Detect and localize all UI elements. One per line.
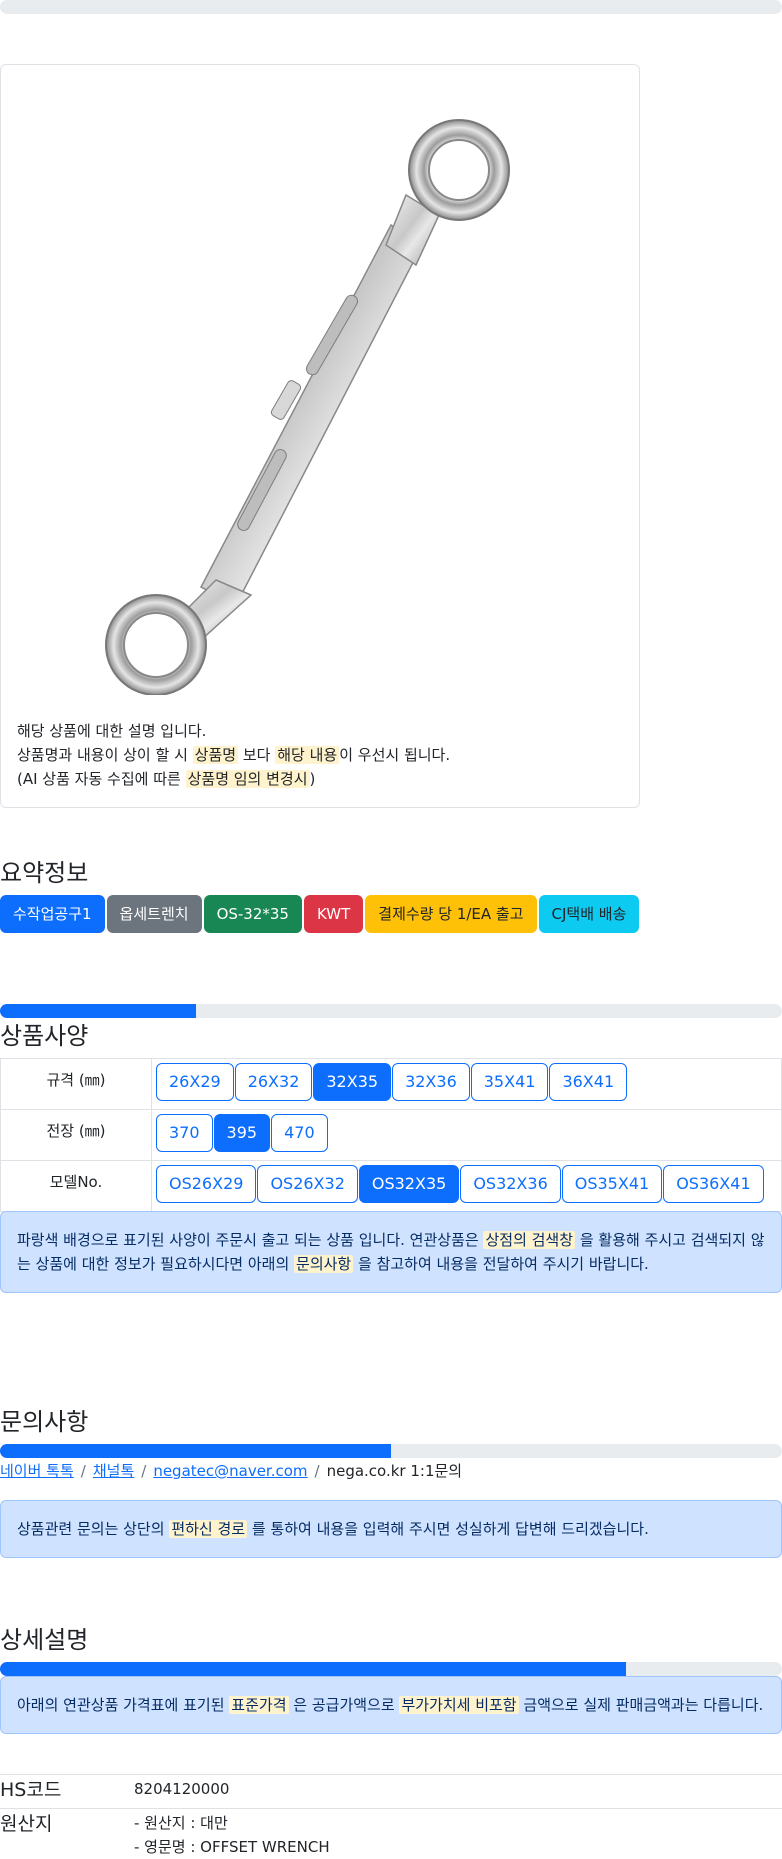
specs-progress-bar	[0, 1004, 782, 1018]
option-length-395[interactable]: 395	[213, 1114, 271, 1152]
summary-badges: 수작업공구1 옵세트렌치 OS-32*35 KWT 결제수량 당 1/EA 출고…	[0, 895, 641, 933]
origin-country: - 원산지 : 대만	[134, 1814, 228, 1832]
origin-label: 원산지	[0, 1813, 53, 1835]
hs-code-value: 8204120000	[134, 1780, 230, 1798]
origin-english-name: - 영문명 : OFFSET WRENCH	[134, 1838, 330, 1856]
spec-label-length: 전장 (㎜)	[0, 1109, 152, 1161]
spec-label-size: 규격 (㎜)	[0, 1058, 152, 1110]
link-email[interactable]: negatec@naver.com	[153, 1462, 307, 1480]
badge-quantity: 결제수량 당 1/EA 출고	[365, 895, 537, 933]
inquiry-site-text: nega.co.kr 1:1문의	[326, 1462, 463, 1480]
highlight-product-name: 상품명	[192, 746, 239, 764]
hs-code-label: HS코드	[0, 1779, 62, 1801]
option-model-os32x36[interactable]: OS32X36	[460, 1165, 561, 1203]
option-size-35x41[interactable]: 35X41	[470, 1063, 549, 1101]
spec-label-model: 모델No.	[0, 1160, 152, 1212]
highlight-name-change: 상품명 임의 변경시	[185, 770, 310, 788]
option-size-32x36[interactable]: 32X36	[392, 1063, 470, 1101]
inquiry-title: 문의사항	[0, 1408, 89, 1436]
detail-notice: 아래의 연관상품 가격표에 표기된 표준가격 은 공급가액으로 부가가치세 비포…	[0, 1676, 782, 1734]
hs-code-row: HS코드 8204120000	[0, 1774, 782, 1808]
summary-title: 요약정보	[0, 859, 89, 887]
highlight-content: 해당 내용	[275, 746, 340, 764]
top-progress-bar	[0, 0, 782, 14]
option-size-26x29[interactable]: 26X29	[156, 1063, 234, 1101]
spec-table: 규격 (㎜) 26X29 26X32 32X35 32X36 35X41 36X…	[0, 1058, 782, 1212]
badge-brand: KWT	[303, 895, 364, 933]
inquiry-links: 네이버 톡톡 / 채널톡 / negatec@naver.com / nega.co.kr …	[0, 1462, 463, 1480]
option-model-os35x41[interactable]: OS35X41	[561, 1165, 663, 1203]
spec-row-size: 규격 (㎜) 26X29 26X32 32X35 32X36 35X41 36X…	[0, 1058, 782, 1110]
spec-row-model: 모델No. OS26X29 OS26X32 OS32X35 OS32X36 OS…	[0, 1160, 782, 1212]
highlight-standard-price: 표준가격	[229, 1696, 289, 1714]
description-line-3: (AI 상품 자동 수집에 따른 상품명 임의 변경시)	[17, 770, 316, 788]
detail-progress-bar	[0, 1662, 782, 1676]
badge-shipping: CJ택배 배송	[538, 895, 640, 933]
spec-row-length: 전장 (㎜) 370 395 470	[0, 1109, 782, 1161]
badge-model: OS-32*35	[203, 895, 302, 933]
option-size-32x35[interactable]: 32X35	[313, 1063, 392, 1101]
option-model-os26x29[interactable]: OS26X29	[156, 1165, 257, 1203]
origin-row: 원산지 - 원산지 : 대만 - 영문명 : OFFSET WRENCH	[0, 1808, 782, 1859]
option-model-os36x41[interactable]: OS36X41	[663, 1165, 764, 1203]
highlight-convenient-route: 편하신 경로	[169, 1520, 248, 1538]
detail-title: 상세설명	[0, 1626, 89, 1654]
specs-notice: 파랑색 배경으로 표기된 사양이 주문시 출고 되는 상품 입니다. 연관상품은…	[0, 1211, 782, 1293]
product-description: 해당 상품에 대한 설명 입니다. 상품명과 내용이 상이 할 시 상품명 보다…	[17, 719, 450, 791]
option-length-370[interactable]: 370	[156, 1114, 213, 1152]
inquiry-notice: 상품관련 문의는 상단의 편하신 경로 를 통하여 내용을 입력해 주시면 성실…	[0, 1500, 782, 1558]
link-channel-talk[interactable]: 채널톡	[93, 1462, 134, 1480]
specs-title: 상품사양	[0, 1022, 89, 1050]
badge-category: 수작업공구1	[0, 895, 105, 933]
description-line-1: 해당 상품에 대한 설명 입니다.	[17, 722, 207, 740]
inquiry-progress-bar	[0, 1444, 782, 1458]
option-length-470[interactable]: 470	[271, 1114, 328, 1152]
option-size-26x32[interactable]: 26X32	[234, 1063, 313, 1101]
link-naver-talk[interactable]: 네이버 톡톡	[0, 1462, 74, 1480]
option-model-os26x32[interactable]: OS26X32	[257, 1165, 358, 1203]
badge-type: 옵세트렌치	[106, 895, 202, 933]
description-line-2: 상품명과 내용이 상이 할 시 상품명 보다 해당 내용 이 우선시 됩니다.	[17, 746, 451, 764]
option-model-os32x35[interactable]: OS32X35	[358, 1165, 460, 1203]
highlight-inquiry: 문의사항	[294, 1255, 354, 1273]
product-image	[105, 119, 510, 695]
option-size-36x41[interactable]: 36X41	[549, 1063, 628, 1101]
product-card: 해당 상품에 대한 설명 입니다. 상품명과 내용이 상이 할 시 상품명 보다…	[0, 64, 640, 808]
highlight-store-search: 상점의 검색창	[483, 1231, 576, 1249]
highlight-vat-excluded: 부가가치세 비포함	[399, 1696, 519, 1714]
